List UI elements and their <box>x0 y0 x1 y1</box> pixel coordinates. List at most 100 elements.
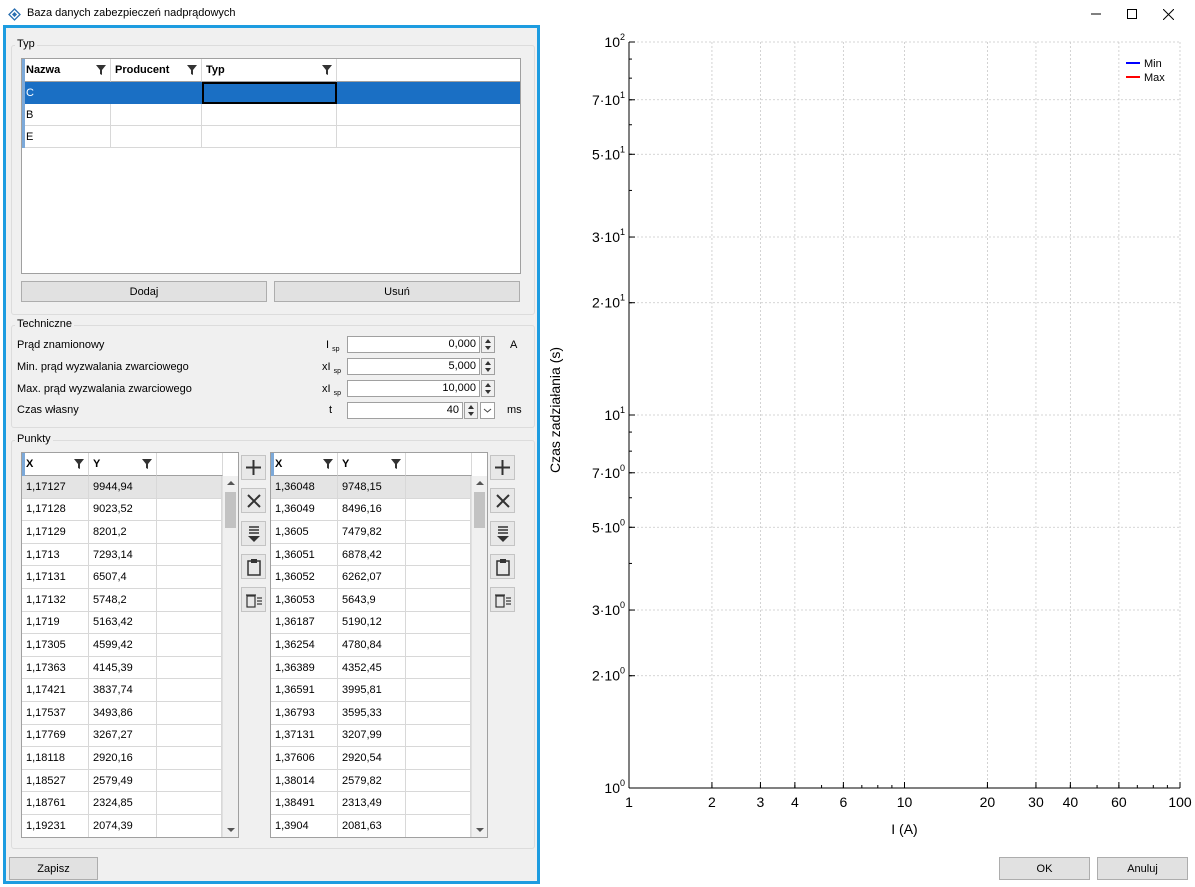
insert-point-button[interactable] <box>241 521 266 546</box>
spin-buttons[interactable] <box>481 336 495 353</box>
point-x-cell[interactable]: 1,17769 <box>22 724 89 748</box>
point-x-cell[interactable]: 1,17128 <box>22 498 89 522</box>
column-header-x[interactable]: X <box>22 453 89 476</box>
point-y-cell[interactable]: 8496,16 <box>338 498 406 522</box>
delete-point-button[interactable] <box>490 488 515 513</box>
point-x-cell[interactable]: 1,36254 <box>271 634 338 657</box>
save-button[interactable]: Zapisz <box>9 857 98 880</box>
point-y-cell[interactable]: 5190,12 <box>338 611 406 635</box>
column-header-y[interactable]: Y <box>89 453 157 476</box>
table-cell[interactable]: E <box>22 126 111 148</box>
add-point-button[interactable] <box>241 455 266 480</box>
min-trip-current-input[interactable]: 5,000 <box>347 358 480 375</box>
point-x-cell[interactable]: 1,36793 <box>271 702 338 725</box>
point-y-cell[interactable]: 6262,07 <box>338 566 406 589</box>
point-x-cell[interactable]: 1,3605 <box>271 521 338 544</box>
typ-grid[interactable]: Nazwa Producent Typ C B E <box>21 58 521 274</box>
point-x-cell[interactable]: 1,18118 <box>22 747 89 770</box>
point-x-cell[interactable]: 1,38014 <box>271 769 338 793</box>
point-x-cell[interactable]: 1,17129 <box>22 521 89 544</box>
max-trip-current-input[interactable]: 10,000 <box>347 380 480 397</box>
ok-button[interactable]: OK <box>999 857 1090 880</box>
point-y-cell[interactable]: 2920,16 <box>89 747 157 770</box>
point-y-cell[interactable]: 2920,54 <box>338 747 406 770</box>
spin-buttons[interactable] <box>464 402 478 419</box>
own-time-input[interactable]: 40 <box>347 402 463 419</box>
column-header-y[interactable]: Y <box>338 453 406 476</box>
point-x-cell[interactable]: 1,36052 <box>271 566 338 589</box>
filter-icon[interactable] <box>323 459 333 469</box>
remove-button[interactable]: Usuń <box>274 281 520 302</box>
point-x-cell[interactable]: 1,17305 <box>22 634 89 657</box>
point-x-cell[interactable]: 1,3904 <box>271 815 338 837</box>
rated-current-input[interactable]: 0,000 <box>347 336 480 353</box>
point-y-cell[interactable]: 5163,42 <box>89 611 157 635</box>
point-y-cell[interactable]: 3207,99 <box>338 724 406 748</box>
table-cell[interactable] <box>202 104 337 126</box>
point-x-cell[interactable]: 1,17537 <box>22 702 89 725</box>
column-header-typ[interactable]: Typ <box>202 59 337 82</box>
point-y-cell[interactable]: 6878,42 <box>338 543 406 567</box>
spin-buttons[interactable] <box>481 358 495 375</box>
point-y-cell[interactable]: 2081,63 <box>338 815 406 837</box>
scroll-thumb[interactable] <box>474 492 485 528</box>
point-y-cell[interactable]: 2579,82 <box>338 769 406 793</box>
filter-icon[interactable] <box>142 459 152 469</box>
paste-button[interactable] <box>490 554 515 579</box>
point-x-cell[interactable]: 1,38491 <box>271 792 338 815</box>
insert-point-button[interactable] <box>490 521 515 546</box>
filter-icon[interactable] <box>322 65 332 75</box>
paste-button[interactable] <box>241 554 266 579</box>
table-cell[interactable]: C <box>22 82 111 104</box>
point-x-cell[interactable]: 1,1713 <box>22 543 89 567</box>
point-y-cell[interactable]: 2313,49 <box>338 792 406 815</box>
point-y-cell[interactable]: 7293,14 <box>89 543 157 567</box>
table-cell[interactable] <box>111 104 202 126</box>
point-x-cell[interactable]: 1,36049 <box>271 498 338 522</box>
point-x-cell[interactable]: 1,17131 <box>22 566 89 589</box>
point-y-cell[interactable]: 2579,49 <box>89 769 157 793</box>
table-cell[interactable] <box>111 82 202 104</box>
point-x-cell[interactable]: 1,36051 <box>271 543 338 567</box>
table-cell[interactable] <box>111 126 202 148</box>
point-y-cell[interactable]: 9748,15 <box>338 476 406 499</box>
table-row-selected[interactable]: C <box>22 82 520 104</box>
point-y-cell[interactable]: 2324,85 <box>89 792 157 815</box>
scroll-down-icon[interactable] <box>223 823 239 837</box>
point-y-cell[interactable]: 3837,74 <box>89 679 157 702</box>
table-cell[interactable]: B <box>22 104 111 126</box>
filter-icon[interactable] <box>187 65 197 75</box>
filter-icon[interactable] <box>391 459 401 469</box>
column-header-x[interactable]: X <box>271 453 338 476</box>
point-y-cell[interactable]: 4145,39 <box>89 656 157 680</box>
delete-point-button[interactable] <box>241 488 266 513</box>
point-y-cell[interactable]: 5748,2 <box>89 589 157 612</box>
point-y-cell[interactable]: 3493,86 <box>89 702 157 725</box>
point-x-cell[interactable]: 1,36591 <box>271 679 338 702</box>
point-x-cell[interactable]: 1,18527 <box>22 769 89 793</box>
point-x-cell[interactable]: 1,17421 <box>22 679 89 702</box>
table-cell-focused[interactable] <box>202 82 337 104</box>
point-x-cell[interactable]: 1,36048 <box>271 476 338 499</box>
clear-points-button[interactable] <box>241 587 266 612</box>
point-y-cell[interactable]: 3595,33 <box>338 702 406 725</box>
point-y-cell[interactable]: 2074,39 <box>89 815 157 837</box>
point-y-cell[interactable]: 6507,4 <box>89 566 157 589</box>
table-cell[interactable] <box>202 126 337 148</box>
dropdown-button[interactable] <box>480 402 495 419</box>
maximize-button[interactable] <box>1114 0 1150 28</box>
point-x-cell[interactable]: 1,17363 <box>22 656 89 680</box>
spin-buttons[interactable] <box>481 380 495 397</box>
point-x-cell[interactable]: 1,37131 <box>271 724 338 748</box>
point-y-cell[interactable]: 3267,27 <box>89 724 157 748</box>
point-y-cell[interactable]: 5643,9 <box>338 589 406 612</box>
column-header-nazwa[interactable]: Nazwa <box>22 59 111 82</box>
column-header-producent[interactable]: Producent <box>111 59 202 82</box>
vertical-scrollbar[interactable] <box>222 476 238 837</box>
point-y-cell[interactable]: 9944,94 <box>89 476 157 499</box>
point-x-cell[interactable]: 1,18761 <box>22 792 89 815</box>
min-points-grid[interactable]: X Y 1,17127 9944,94 1,17128 9023,52 1,17129 8… <box>21 452 239 838</box>
point-x-cell[interactable]: 1,1719 <box>22 611 89 635</box>
add-button[interactable]: Dodaj <box>21 281 267 302</box>
scroll-up-icon[interactable] <box>472 476 488 490</box>
